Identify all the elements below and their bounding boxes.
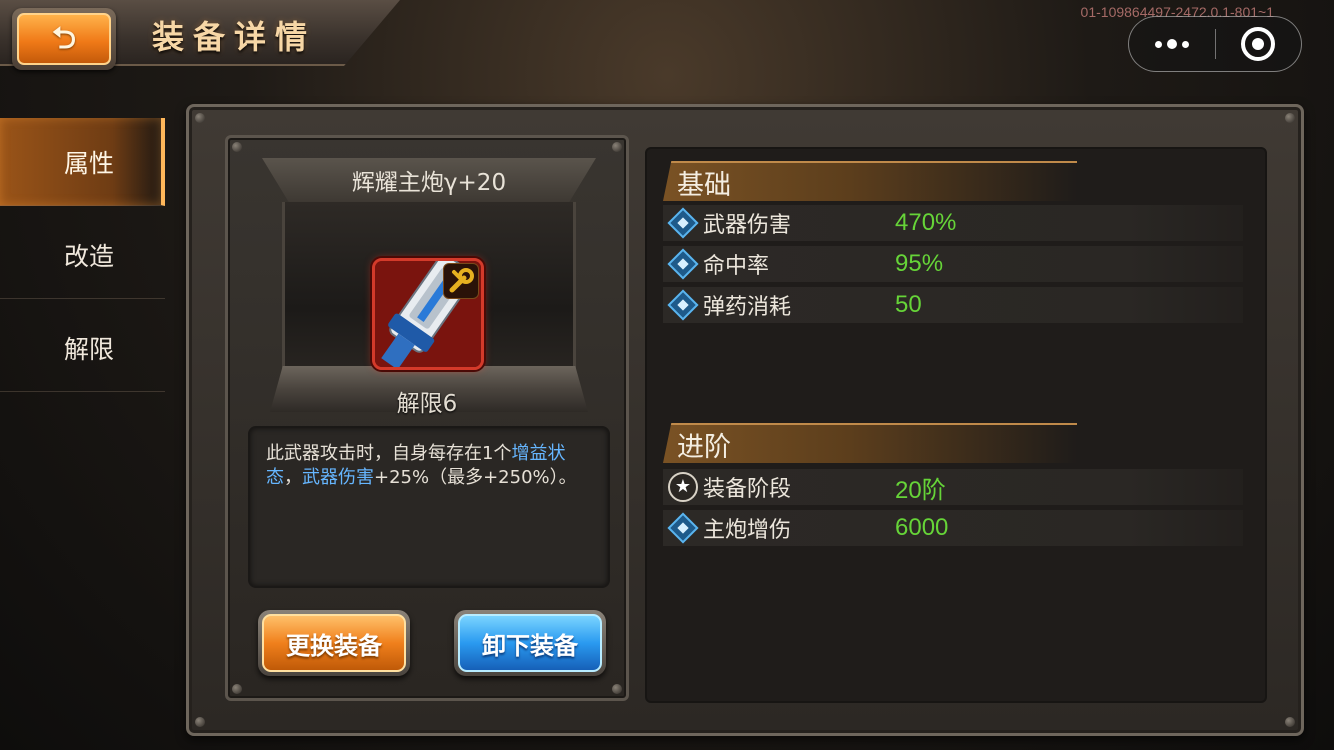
header-bar: ⮌ 装备详情 01-109864497-2472.0.1-801~1: [0, 0, 1334, 72]
back-arrow-icon: ⮌: [51, 21, 77, 56]
equipment-description: 此武器攻击时，自身每存在1个增益状态，武器伤害+25%（最多+250%）。: [248, 426, 610, 588]
close-circle-icon: [1241, 27, 1276, 61]
tab-label: 属性: [64, 148, 115, 178]
button-label: 卸下装备: [482, 631, 578, 660]
description-text: 此武器攻击时，自身每存在1个: [266, 443, 512, 464]
more-button[interactable]: [1129, 17, 1215, 71]
stat-label: 命中率: [703, 254, 770, 279]
diamond-icon: [667, 207, 699, 239]
stat-label: 主炮增伤: [703, 518, 792, 543]
stat-label: 弹药消耗: [703, 295, 792, 320]
keyword-weapon-damage[interactable]: 武器伤害: [302, 467, 374, 488]
stat-value: 6000: [895, 514, 949, 541]
sidebar-tabs: 属性 改造 解限: [0, 118, 165, 398]
button-label: 更换装备: [286, 631, 382, 660]
diamond-icon: [667, 248, 699, 280]
rivet: [612, 142, 622, 152]
rivet: [1285, 113, 1295, 123]
section-title: 进阶: [677, 431, 731, 463]
stat-row: 命中率 95%: [663, 246, 1243, 282]
tab-modify[interactable]: 改造: [0, 211, 165, 299]
stat-label: 武器伤害: [703, 213, 792, 238]
section-title: 基础: [677, 169, 731, 201]
page-title: 装备详情: [152, 18, 317, 56]
rivet: [612, 684, 622, 694]
tab-limit-break[interactable]: 解限: [0, 304, 165, 392]
rivet: [232, 684, 242, 694]
stat-value: 95%: [895, 250, 944, 277]
limit-break-level: 解限6: [396, 391, 458, 417]
stat-value: 50: [895, 291, 922, 318]
description-text: ，: [284, 467, 302, 488]
rivet: [195, 113, 205, 123]
unequip-button[interactable]: 卸下装备: [454, 610, 606, 676]
equipment-icon[interactable]: [372, 258, 484, 370]
wrench-icon: [443, 263, 479, 299]
tab-attributes[interactable]: 属性: [0, 118, 165, 206]
stat-label: 装备阶段: [703, 477, 792, 502]
stat-row: 弹药消耗 50: [663, 287, 1243, 323]
diamond-icon: [667, 512, 699, 544]
tab-label: 解限: [64, 334, 115, 364]
close-button[interactable]: [1216, 17, 1302, 71]
tab-label: 改造: [64, 241, 115, 271]
item-name: 辉耀主炮γ+20: [351, 170, 507, 196]
stat-row: ★ 装备阶段 20阶: [663, 469, 1243, 505]
more-dots-icon: [1154, 39, 1189, 49]
description-text: +25%（最多+250%）。: [374, 467, 577, 488]
star-icon: ★: [668, 472, 698, 502]
item-name-plate: 辉耀主炮γ+20: [262, 158, 596, 202]
replace-equipment-button[interactable]: 更换装备: [258, 610, 410, 676]
section-advanced: 进阶: [663, 423, 1077, 463]
rivet: [1285, 717, 1295, 727]
equipment-detail-panel: 辉耀主炮γ+20 解限6 此武器攻击时，自身每存在1个增益状态，武器伤害+25%…: [186, 104, 1304, 736]
mini-program-capsule: [1128, 16, 1302, 72]
stat-row: 武器伤害 470%: [663, 205, 1243, 241]
section-basic: 基础: [663, 161, 1077, 201]
stat-row: 主炮增伤 6000: [663, 510, 1243, 546]
stat-value: 470%: [895, 209, 957, 236]
rivet: [232, 142, 242, 152]
diamond-icon: [667, 289, 699, 321]
stat-value: 20阶: [895, 476, 946, 504]
back-button[interactable]: ⮌: [12, 8, 116, 70]
equipment-card: 辉耀主炮γ+20 解限6 此武器攻击时，自身每存在1个增益状态，武器伤害+25%…: [225, 135, 629, 701]
stats-panel: 基础 武器伤害 470% 命中率 95% 弹药消耗 50 进阶 ★ 装备阶段 2…: [645, 147, 1267, 703]
rivet: [195, 717, 205, 727]
